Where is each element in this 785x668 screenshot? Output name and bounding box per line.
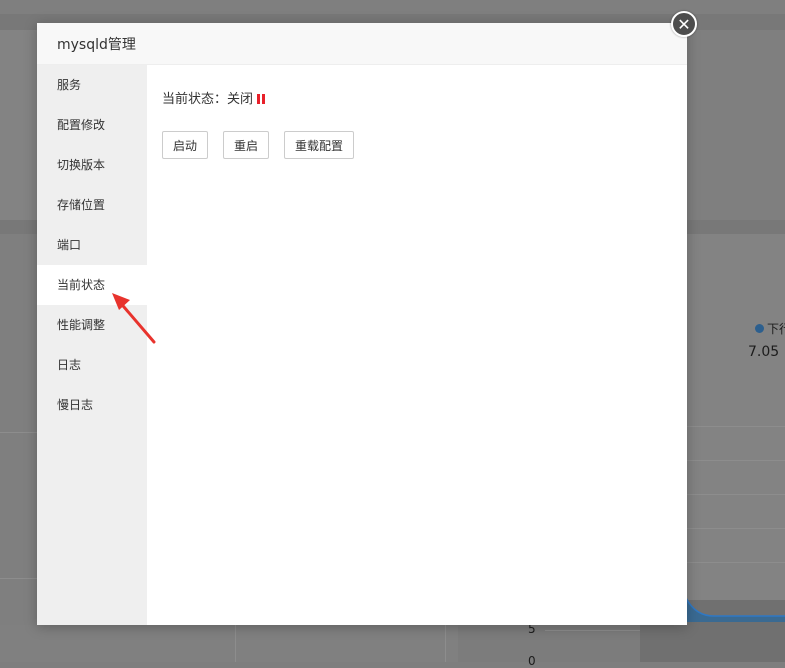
- legend-label: 下行: [767, 322, 785, 336]
- sidebar-item-config-edit[interactable]: 配置修改: [37, 105, 147, 145]
- sidebar-item-label: 存储位置: [57, 198, 106, 212]
- dialog-title: mysqld管理: [57, 36, 136, 53]
- stat-value: 7.05 K: [748, 344, 785, 360]
- annotation-arrow-icon: [112, 293, 156, 344]
- traffic-area-chart: [686, 597, 785, 622]
- close-icon[interactable]: ✕: [671, 11, 697, 37]
- sidebar-item-switch-version[interactable]: 切换版本: [37, 145, 147, 185]
- pause-icon: [257, 91, 267, 111]
- start-button[interactable]: 启动: [162, 131, 209, 159]
- sidebar-item-service[interactable]: 服务: [37, 65, 147, 105]
- sidebar-item-label: 慢日志: [57, 398, 94, 412]
- status-panel: 当前状态：关闭 启动 重启 重载配置: [147, 65, 687, 625]
- sidebar-item-label: 当前状态: [57, 278, 106, 292]
- restart-button[interactable]: 重启: [223, 131, 270, 159]
- sidebar-item-label: 切换版本: [57, 158, 106, 172]
- sidebar-item-port[interactable]: 端口: [37, 225, 147, 265]
- service-action-buttons: 启动 重启 重载配置: [162, 131, 672, 159]
- reload-config-button[interactable]: 重载配置: [284, 131, 355, 159]
- sidebar-item-log[interactable]: 日志: [37, 345, 147, 385]
- sidebar-item-label: 端口: [57, 238, 82, 252]
- sidebar-item-label: 配置修改: [57, 118, 106, 132]
- sidebar-item-label: 性能调整: [57, 318, 106, 332]
- legend-dot: [755, 324, 764, 333]
- sidebar-item-storage-location[interactable]: 存储位置: [37, 185, 147, 225]
- sidebar-item-slow-log[interactable]: 慢日志: [37, 385, 147, 425]
- axis-tick: 0: [528, 654, 536, 668]
- sidebar-item-label: 服务: [57, 78, 82, 92]
- status-value: 关闭: [227, 92, 254, 107]
- status-label: 当前状态：: [162, 92, 228, 107]
- sidebar-item-label: 日志: [57, 358, 82, 372]
- current-status-line: 当前状态：关闭: [162, 90, 672, 110]
- dialog-header: mysqld管理: [37, 23, 687, 65]
- legend-item-download: 下行: [755, 320, 785, 337]
